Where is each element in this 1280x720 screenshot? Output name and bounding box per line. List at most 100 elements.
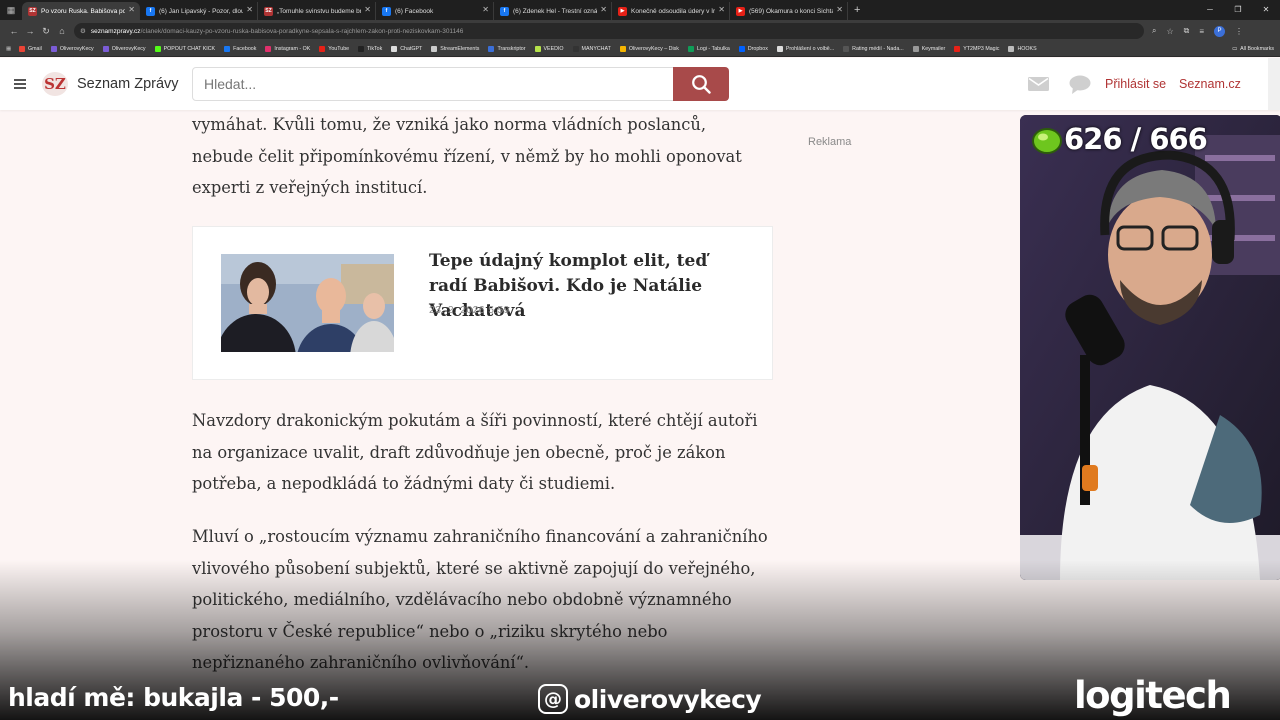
- browser-tab[interactable]: f (6) Jan Lipavský - Pozor, dlouho ✕: [140, 2, 258, 20]
- bookmark-favicon-icon: [154, 46, 161, 52]
- browser-tab[interactable]: ▶ (569) Okamura o konci Šichtaře ✕: [730, 2, 848, 20]
- maximize-icon[interactable]: ❐: [1224, 0, 1252, 20]
- bookmark-item[interactable]: HOOKS: [1008, 46, 1037, 52]
- bookmark-favicon-icon: [358, 46, 365, 52]
- close-window-icon[interactable]: ✕: [1252, 0, 1280, 20]
- tab-close-icon[interactable]: ✕: [718, 5, 725, 14]
- hamburger-menu-icon[interactable]: [14, 79, 26, 89]
- tab-close-icon[interactable]: ✕: [128, 5, 135, 14]
- related-article-thumbnail[interactable]: [221, 254, 394, 352]
- tab-search-icon[interactable]: ▦: [0, 0, 22, 20]
- zoom-icon[interactable]: ⌕: [1152, 26, 1156, 36]
- tab-favicon-icon: SZ: [264, 6, 273, 16]
- reading-list-icon[interactable]: ≡: [1199, 27, 1204, 36]
- tab-close-icon[interactable]: ✕: [246, 5, 253, 14]
- search-button[interactable]: [673, 67, 729, 101]
- bookmark-label: Rating médií - Nada...: [852, 46, 904, 52]
- bookmark-item[interactable]: ChatGPT: [391, 46, 422, 52]
- bookmark-favicon-icon: [19, 46, 26, 52]
- bookmark-label: POPOUT CHAT KICK: [163, 46, 216, 52]
- bookmark-item[interactable]: OliverovyKecy: [102, 46, 146, 52]
- browser-tab[interactable]: SZ „Tomuhle svinstvu budeme bráni✕: [258, 2, 376, 20]
- bookmark-item[interactable]: Transkriptor: [488, 46, 526, 52]
- reload-icon[interactable]: ↻: [38, 26, 54, 37]
- bookmark-label: Transkriptor: [497, 46, 526, 52]
- bookmark-favicon-icon: [912, 46, 919, 52]
- bookmark-label: YouTube: [328, 46, 350, 52]
- bookmark-item[interactable]: Instagram - OK: [265, 46, 310, 52]
- forward-icon[interactable]: →: [22, 26, 38, 36]
- bookmark-item[interactable]: Logi - Tabulka: [687, 46, 730, 52]
- bookmark-item[interactable]: Rating médií - Nada...: [843, 46, 904, 52]
- bookmark-label: Prohlášení o volbě...: [785, 46, 835, 52]
- home-icon[interactable]: ⌂: [54, 26, 70, 36]
- seznam-cz-link[interactable]: Seznam.cz: [1179, 77, 1241, 91]
- bookmark-item[interactable]: Gmail: [19, 46, 42, 52]
- related-article-card[interactable]: Tepe údajný komplot elit, teď radí Babiš…: [192, 226, 773, 380]
- back-icon[interactable]: ←: [6, 26, 22, 36]
- browser-tab[interactable]: f (6) Facebook ✕: [376, 2, 494, 20]
- bookmarks-bar: ▦ Gmail OliverovyKecy OliverovyKecy POPOUT …: [0, 42, 1280, 57]
- bookmark-item[interactable]: OliverovyKecy: [50, 46, 94, 52]
- browser-tab[interactable]: f (6) Zdenek Hel - Trestní oznám ✕: [494, 2, 612, 20]
- tab-close-icon[interactable]: ✕: [836, 5, 843, 14]
- bookmark-label: OliverovyKecy – Disk: [628, 46, 679, 52]
- bookmark-item[interactable]: MANYCHAT: [572, 46, 611, 52]
- bookmark-label: Facebook: [233, 46, 257, 52]
- mail-icon[interactable]: [1028, 77, 1049, 91]
- streamer-video-image: [1020, 115, 1280, 580]
- browser-tab[interactable]: SZ Po vzoru Ruska. Babišova poradk✕: [22, 2, 140, 20]
- bookmark-star-icon[interactable]: ☆: [1166, 27, 1173, 36]
- bookmark-item[interactable]: StreamElements: [431, 46, 479, 52]
- bookmark-favicon-icon: [391, 46, 398, 52]
- tab-label: (569) Okamura o konci Šichtaře: [749, 7, 833, 15]
- browser-tab[interactable]: ▶ Konečně odsoudila údery v Íráni ✕: [612, 2, 730, 20]
- bookmark-favicon-icon: [619, 46, 626, 52]
- bookmark-item[interactable]: Keymailer: [912, 46, 945, 52]
- bookmark-item[interactable]: YT2MP3 Magic: [954, 46, 999, 52]
- profile-avatar[interactable]: P: [1214, 25, 1226, 37]
- site-logo-text[interactable]: Seznam Zprávy: [77, 76, 179, 92]
- points-counter: 626 / 666: [1064, 122, 1208, 156]
- bookmark-item[interactable]: OliverovyKecy – Disk: [619, 46, 679, 52]
- search-input[interactable]: [192, 67, 674, 101]
- minimize-icon[interactable]: ─: [1196, 0, 1224, 20]
- bookmark-favicon-icon: [534, 46, 541, 52]
- site-info-icon[interactable]: ⚙: [80, 27, 86, 35]
- donation-ticker: hladí mě: bukajla - 500,-: [8, 683, 339, 712]
- bookmark-label: ChatGPT: [400, 46, 423, 52]
- all-bookmarks-button[interactable]: ▭ All Bookmarks: [1232, 42, 1274, 56]
- tab-close-icon[interactable]: ✕: [600, 5, 607, 14]
- page-scrollbar[interactable]: [1268, 58, 1280, 110]
- chat-icon[interactable]: [1069, 75, 1091, 94]
- menu-kebab-icon[interactable]: ⋮: [1235, 27, 1243, 36]
- bookmark-label: OliverovyKecy: [111, 46, 146, 52]
- bookmark-item[interactable]: VEEDIO: [534, 46, 564, 52]
- bookmark-item[interactable]: TikTok: [358, 46, 382, 52]
- site-header: SZ Seznam Zprávy Přihlásit se Seznam.cz: [0, 58, 1280, 110]
- new-tab-button[interactable]: +: [854, 4, 860, 16]
- seznam-zpravy-logo-badge[interactable]: SZ: [42, 72, 68, 96]
- url-host: seznamzpravy.cz: [90, 27, 141, 35]
- extensions-icon[interactable]: ⧉: [1184, 26, 1190, 36]
- bookmark-favicon-icon: [488, 46, 495, 52]
- bookmark-label: OliverovyKecy: [59, 46, 94, 52]
- bookmark-favicon-icon: [843, 46, 850, 52]
- login-link[interactable]: Přihlásit se: [1105, 77, 1166, 91]
- bookmark-item[interactable]: Dropbox: [738, 46, 768, 52]
- bookmark-favicon-icon: [687, 46, 694, 52]
- address-bar[interactable]: ⚙ seznamzpravy.cz/clanek/domaci-kauzy-po…: [74, 23, 1144, 39]
- bookmark-favicon-icon: [431, 46, 438, 52]
- bookmark-item[interactable]: Prohlášení o volbě...: [776, 46, 835, 52]
- bookmark-item[interactable]: YouTube: [319, 46, 349, 52]
- bookmark-label: VEEDIO: [543, 46, 564, 52]
- tab-close-icon[interactable]: ✕: [482, 5, 489, 14]
- news-photo-image: [221, 254, 394, 352]
- apps-grid-icon[interactable]: ▦: [6, 46, 11, 52]
- tab-close-icon[interactable]: ✕: [364, 5, 371, 14]
- bookmark-favicon-icon: [738, 46, 745, 52]
- bookmark-item[interactable]: Facebook: [224, 46, 256, 52]
- bookmark-item[interactable]: POPOUT CHAT KICK: [154, 46, 216, 52]
- webcam-feed: [1020, 115, 1280, 580]
- bookmark-favicon-icon: [776, 46, 783, 52]
